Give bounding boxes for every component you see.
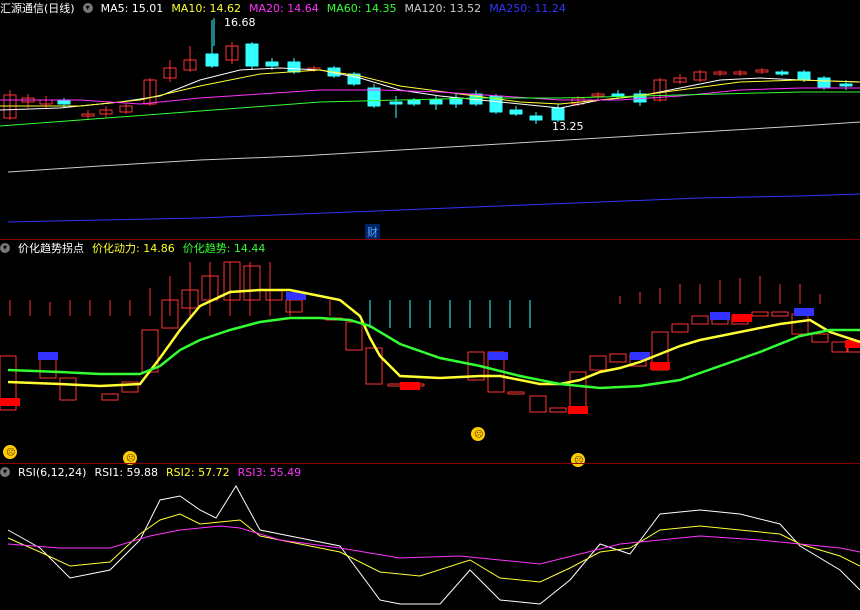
rsi2-value: RSI2: 57.72	[166, 465, 230, 479]
rsi-gear-icon[interactable]: ▾	[0, 467, 10, 477]
candle	[509, 109, 523, 115]
candle	[839, 83, 853, 87]
rsi-chart	[7, 485, 860, 605]
signal-block	[400, 382, 420, 390]
signal-block	[568, 406, 588, 414]
ma120-line	[7, 121, 860, 173]
rsi2-line	[7, 513, 860, 583]
signal-block	[38, 352, 58, 360]
trend-candle	[811, 333, 829, 343]
signal-block	[488, 352, 508, 360]
rsi-title[interactable]: RSI(6,12,24)	[18, 466, 86, 479]
signal-block	[0, 398, 20, 406]
candle	[205, 53, 219, 67]
trend-candle	[609, 353, 627, 363]
charts-canvas: ☹☹☹☹	[0, 18, 860, 605]
trend-candle	[265, 289, 283, 301]
candle	[551, 107, 565, 121]
rsi1-value: RSI1: 59.88	[94, 465, 159, 479]
trend-candle	[345, 321, 363, 351]
dongli-value: 价化动力: 14.86	[92, 242, 175, 255]
rsi3-line	[7, 525, 860, 565]
trend-candle	[507, 391, 525, 395]
trend-candle	[243, 265, 261, 301]
indicator-header: ▾ 价化趋势拐点 价化动力: 14.86 价化趋势: 14.44	[0, 240, 265, 256]
sad-face-mouth: ☹	[6, 447, 15, 458]
candle	[407, 99, 421, 105]
candle	[429, 99, 443, 105]
qushi-value: 价化趋势: 14.44	[182, 242, 266, 255]
rsi1-line	[7, 485, 860, 605]
trend-candle	[751, 311, 769, 317]
trend-candle	[285, 299, 303, 313]
ma250-line	[7, 193, 860, 223]
signal-block	[710, 312, 730, 320]
trend-candle	[771, 311, 789, 317]
rsi-header: ▾ RSI(6,12,24) RSI1: 59.88 RSI2: 57.72 R…	[0, 464, 301, 480]
finance-marker[interactable]: 财	[365, 224, 380, 240]
ma60-line	[0, 91, 860, 127]
candle	[367, 87, 381, 107]
candle	[57, 99, 71, 105]
candle	[797, 71, 811, 81]
trend-candle	[691, 315, 709, 325]
candle	[265, 61, 279, 67]
candle	[529, 115, 543, 121]
dongli-line	[7, 288, 860, 388]
candle	[817, 77, 831, 89]
signal-block	[650, 362, 670, 370]
trend-candle	[549, 407, 567, 413]
low-price-label: 13.25	[552, 120, 584, 133]
indicator-gear-icon[interactable]: ▾	[0, 243, 10, 253]
trend-candle	[791, 313, 809, 335]
high-price-label: 16.68	[224, 16, 256, 29]
trend-candle	[589, 355, 607, 371]
trend-candle	[59, 377, 77, 401]
rsi3-value: RSI3: 55.49	[237, 465, 302, 479]
sad-face-mouth: ☹	[574, 455, 583, 466]
candle	[611, 93, 625, 97]
trend-indicator-chart: ☹☹☹☹	[0, 261, 860, 467]
candle	[287, 61, 301, 73]
trend-candle	[529, 395, 547, 413]
indicator-title[interactable]: 价化趋势拐点	[18, 240, 84, 256]
trend-candle	[671, 323, 689, 333]
candle	[775, 71, 789, 75]
candle	[245, 43, 259, 67]
price-chart	[0, 18, 860, 223]
trend-candle	[101, 393, 119, 401]
trend-candle	[39, 357, 57, 379]
sad-face-mouth: ☹	[474, 429, 483, 440]
signal-block	[732, 314, 752, 322]
signal-block	[794, 308, 814, 316]
candle	[389, 101, 403, 105]
